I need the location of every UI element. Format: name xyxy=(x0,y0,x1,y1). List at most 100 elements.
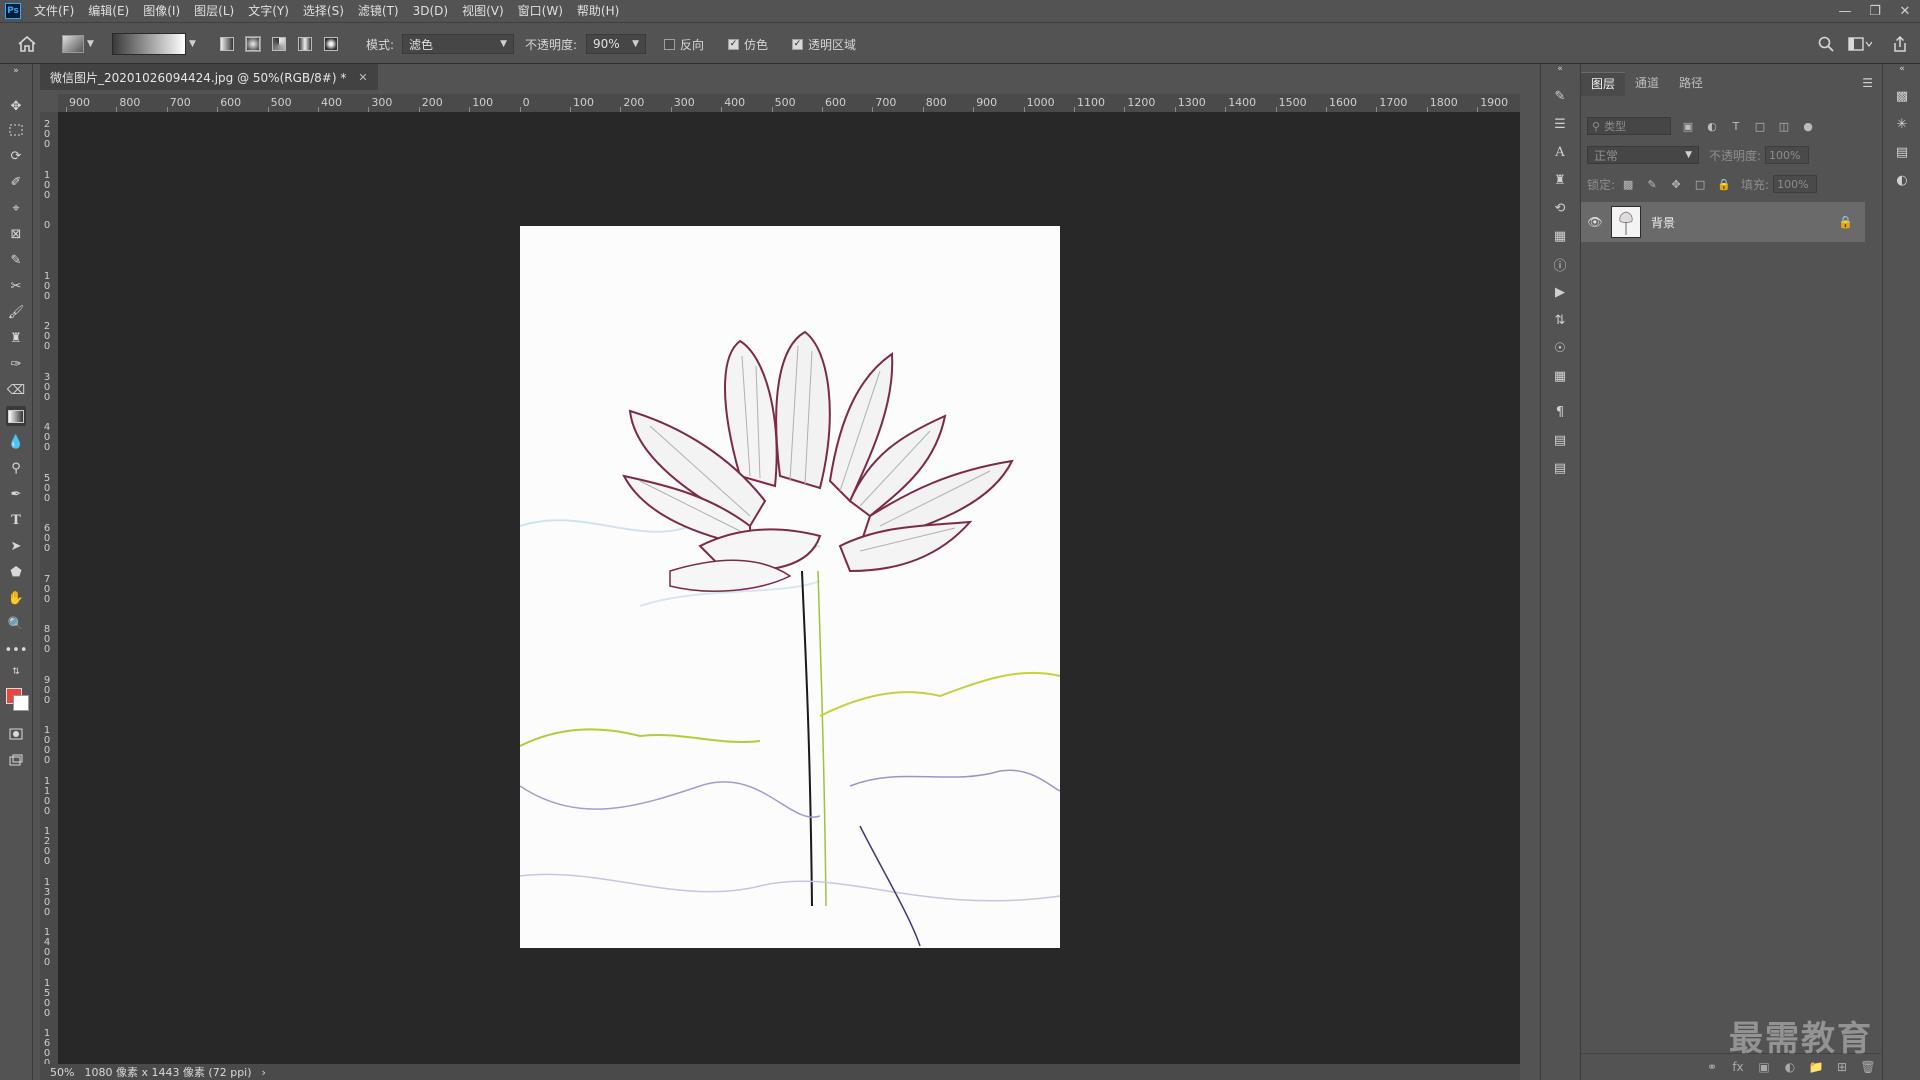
collapse-toolbar-icon[interactable]: » xyxy=(6,66,26,76)
home-icon[interactable] xyxy=(18,23,36,65)
screen-mode-icon[interactable] xyxy=(6,750,26,770)
history-brush-tool-icon[interactable]: ✑ xyxy=(6,354,26,374)
delete-layer-icon[interactable]: 🗑 xyxy=(1855,1060,1881,1074)
layer-blend-mode-select[interactable]: 正常 ▼ xyxy=(1587,146,1699,164)
info-panel-icon[interactable]: ⓘ xyxy=(1550,254,1570,274)
more-tools-icon[interactable]: ••• xyxy=(5,640,28,660)
glyphs-panel-icon[interactable]: ▤ xyxy=(1550,430,1570,450)
new-layer-icon[interactable]: ⊞ xyxy=(1829,1060,1855,1074)
filter-adjustment-icon[interactable]: ◐ xyxy=(1705,119,1719,133)
background-color-swatch[interactable] xyxy=(13,695,29,711)
share-icon[interactable] xyxy=(1892,23,1908,65)
reverse-checkbox[interactable] xyxy=(664,38,675,50)
brush-settings-panel-icon[interactable]: ☰ xyxy=(1550,114,1570,134)
document-tab[interactable]: 微信图片_20201026094424.jpg @ 50%(RGB/8#) * … xyxy=(40,64,378,90)
close-icon[interactable]: ✕ xyxy=(1890,0,1920,22)
histogram-panel-icon[interactable]: ▩ xyxy=(1892,86,1912,106)
transparency-option[interactable]: ✓ 透明区域 xyxy=(792,23,856,65)
linear-gradient-icon[interactable] xyxy=(220,37,234,51)
zoom-level[interactable]: 50% xyxy=(50,1066,74,1079)
libraries-panel-icon[interactable]: ▤ xyxy=(1892,142,1912,162)
angle-gradient-icon[interactable] xyxy=(272,37,286,51)
notes-panel-icon[interactable]: ▤ xyxy=(1550,458,1570,478)
blend-mode-select[interactable]: 滤色 ▼ xyxy=(402,34,514,54)
timeline-panel-icon[interactable]: ▦ xyxy=(1550,366,1570,386)
filter-smart-object-icon[interactable]: ◫ xyxy=(1777,119,1791,133)
clone-stamp-tool-icon[interactable]: ♜ xyxy=(6,328,26,348)
shape-tool-icon[interactable]: ⬟ xyxy=(6,562,26,582)
pen-tool-icon[interactable]: ✒ xyxy=(6,484,26,504)
filter-pixel-icon[interactable]: ▣ xyxy=(1681,119,1695,133)
brush-tool-icon[interactable]: 🖌 xyxy=(6,302,26,322)
color-panel-icon[interactable]: ◐ xyxy=(1892,170,1912,190)
canvas-area[interactable] xyxy=(58,112,1520,1064)
frame-tool-icon[interactable]: ⊠ xyxy=(6,224,26,244)
panel-menu-icon[interactable]: ☰ xyxy=(1862,76,1873,90)
document-image[interactable] xyxy=(520,226,1060,948)
adjustment-layer-icon[interactable]: ◐ xyxy=(1777,1060,1803,1074)
tool-preset-picker[interactable]: ▼ xyxy=(62,23,94,65)
workspace-switcher-icon[interactable] xyxy=(1848,23,1872,65)
filter-shape-icon[interactable]: □ xyxy=(1753,119,1767,133)
adjustments-panel-icon[interactable]: ⇅ xyxy=(1550,310,1570,330)
brushes-panel-icon[interactable]: ✎ xyxy=(1550,86,1570,106)
lock-position-icon[interactable]: ✥ xyxy=(1669,177,1683,191)
layer-lock-icon[interactable]: 🔒 xyxy=(1838,215,1853,229)
diamond-gradient-icon[interactable] xyxy=(324,37,338,51)
lock-transparent-icon[interactable]: ▩ xyxy=(1621,177,1635,191)
paragraph-panel-icon[interactable]: ¶ xyxy=(1550,402,1570,422)
radial-gradient-icon[interactable] xyxy=(245,36,261,52)
lasso-tool-icon[interactable]: ⟳ xyxy=(6,146,26,166)
history-panel-icon[interactable]: ⟲ xyxy=(1550,198,1570,218)
menu-type[interactable]: 文字(Y) xyxy=(241,0,296,22)
menu-file[interactable]: 文件(F) xyxy=(27,0,81,22)
blur-tool-icon[interactable]: 💧 xyxy=(6,432,26,452)
path-selection-tool-icon[interactable]: ➤ xyxy=(6,536,26,556)
menu-filter[interactable]: 滤镜(T) xyxy=(351,0,406,22)
dodge-tool-icon[interactable]: ⚲ xyxy=(6,458,26,478)
healing-brush-tool-icon[interactable]: ✂ xyxy=(6,276,26,296)
collapse-right-strip-icon[interactable]: « xyxy=(1892,64,1912,74)
tab-paths[interactable]: 路径 xyxy=(1669,72,1713,96)
tab-layers[interactable]: 图层 xyxy=(1581,72,1626,96)
swap-colors-icon[interactable]: ⇅ xyxy=(6,666,26,678)
layer-opacity-input[interactable]: 100% xyxy=(1765,146,1810,164)
dither-option[interactable]: ✓ 仿色 xyxy=(728,23,768,65)
chevron-right-icon[interactable]: › xyxy=(262,1066,266,1079)
gradient-picker[interactable]: ▼ xyxy=(112,23,196,65)
3d-panel-icon[interactable]: ☉ xyxy=(1550,338,1570,358)
layer-style-icon[interactable]: fx xyxy=(1725,1060,1751,1074)
reverse-option[interactable]: 反向 xyxy=(664,23,704,65)
gradient-tool-icon[interactable] xyxy=(6,406,26,426)
reflected-gradient-icon[interactable] xyxy=(298,37,312,51)
visibility-eye-icon[interactable]: 👁 xyxy=(1581,215,1609,229)
clone-source-panel-icon[interactable]: ♜ xyxy=(1550,170,1570,190)
filter-type-icon[interactable]: T xyxy=(1729,119,1743,133)
move-tool-icon[interactable]: ✥ xyxy=(6,96,26,116)
menu-help[interactable]: 帮助(H) xyxy=(570,0,626,22)
character-panel-icon[interactable]: A xyxy=(1550,142,1570,162)
filter-toggle-icon[interactable]: ● xyxy=(1801,119,1815,133)
menu-window[interactable]: 窗口(W) xyxy=(511,0,570,22)
crop-tool-icon[interactable]: ⌖ xyxy=(6,198,26,218)
link-layers-icon[interactable]: ⚭ xyxy=(1699,1060,1725,1074)
eraser-tool-icon[interactable]: ⌫ xyxy=(6,380,26,400)
zoom-tool-icon[interactable]: 🔍 xyxy=(6,614,26,634)
lock-artboard-icon[interactable]: □ xyxy=(1693,177,1707,191)
menu-select[interactable]: 选择(S) xyxy=(296,0,351,22)
fill-input[interactable]: 100% xyxy=(1773,175,1818,193)
tab-channels[interactable]: 通道 xyxy=(1625,72,1669,96)
hand-tool-icon[interactable]: ✋ xyxy=(6,588,26,608)
dither-checkbox[interactable]: ✓ xyxy=(728,38,739,50)
properties-panel-icon[interactable]: ▦ xyxy=(1550,226,1570,246)
eyedropper-tool-icon[interactable]: ✎ xyxy=(6,250,26,270)
menu-view[interactable]: 视图(V) xyxy=(455,0,511,22)
layer-name[interactable]: 背景 xyxy=(1651,214,1838,231)
lock-image-icon[interactable]: ✎ xyxy=(1645,177,1659,191)
layer-filter-select[interactable]: ⚲ 类型 xyxy=(1587,117,1671,135)
minimize-icon[interactable]: — xyxy=(1830,0,1860,22)
layer-row[interactable]: 👁 背景 🔒 xyxy=(1581,202,1865,242)
type-tool-icon[interactable]: T xyxy=(6,510,26,530)
search-icon[interactable] xyxy=(1818,23,1834,65)
new-group-icon[interactable]: 📁 xyxy=(1803,1060,1829,1074)
